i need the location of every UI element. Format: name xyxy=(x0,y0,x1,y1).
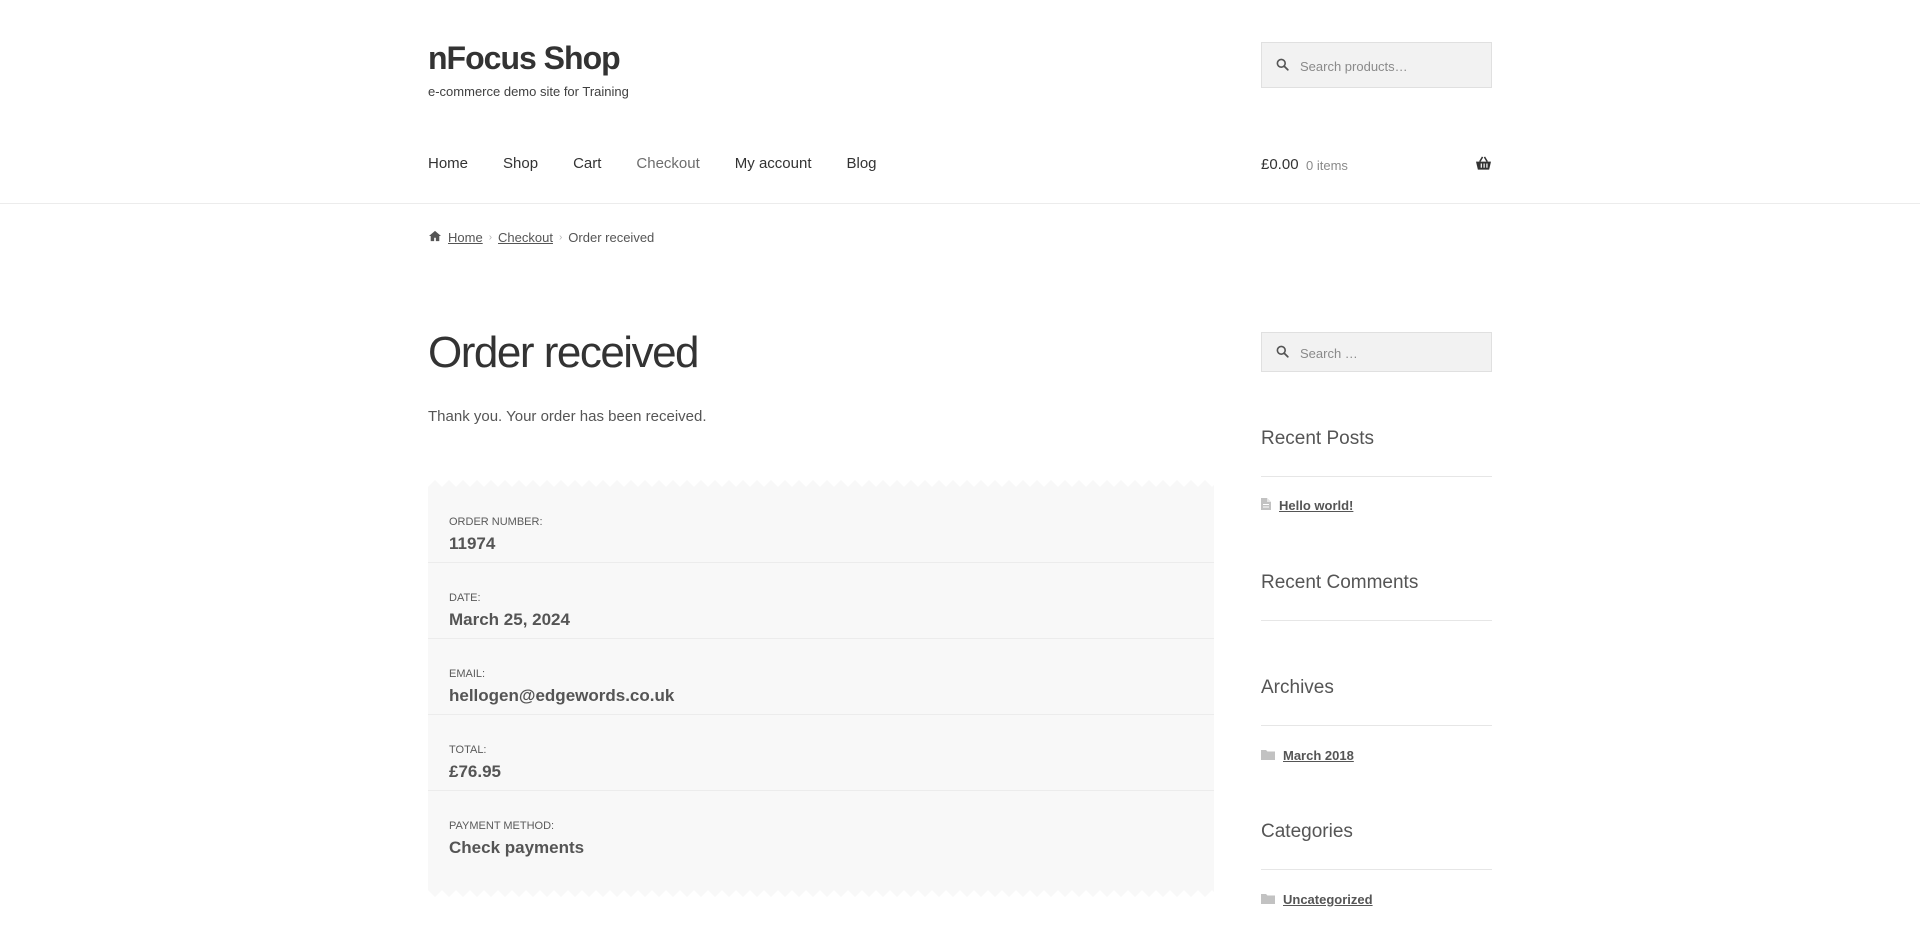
nav-shop[interactable]: Shop xyxy=(503,155,538,172)
folder-icon xyxy=(1261,892,1275,907)
order-payment-row: PAYMENT METHOD: Check payments xyxy=(428,791,1214,867)
chevron-right-icon: › xyxy=(558,232,563,243)
archive-link[interactable]: March 2018 xyxy=(1283,748,1354,763)
primary-nav: Home Shop Cart Checkout My account Blog xyxy=(428,155,912,172)
order-overview: ORDER NUMBER: 11974 DATE: March 25, 2024… xyxy=(428,487,1214,890)
widget-divider xyxy=(1261,725,1492,726)
breadcrumb: Home › Checkout › Order received xyxy=(428,230,654,245)
order-total-value: £76.95 xyxy=(449,762,501,781)
cart-count[interactable]: 0 items xyxy=(1306,158,1348,173)
document-icon xyxy=(1261,498,1271,513)
search-icon xyxy=(1276,345,1289,363)
zigzag-top-edge xyxy=(428,479,1214,487)
sidebar-search-input[interactable] xyxy=(1298,333,1492,373)
site-tagline: e-commerce demo site for Training xyxy=(428,84,629,99)
cart-amount[interactable]: £0.00 xyxy=(1261,156,1299,173)
payment-method-value: Check payments xyxy=(449,838,585,857)
nav-blog[interactable]: Blog xyxy=(846,155,876,172)
sidebar-search[interactable] xyxy=(1261,332,1492,373)
category-link[interactable]: Uncategorized xyxy=(1283,892,1373,907)
categories-title: Categories xyxy=(1261,821,1353,842)
zigzag-bottom-edge xyxy=(428,890,1214,898)
header-cart[interactable]: £0.00 0 items xyxy=(1261,156,1492,176)
breadcrumb-home[interactable]: Home xyxy=(448,230,483,245)
widget-divider xyxy=(1261,869,1492,870)
basket-icon[interactable] xyxy=(1475,156,1492,176)
recent-post-link[interactable]: Hello world! xyxy=(1279,498,1353,513)
order-number-value: 11974 xyxy=(449,534,496,553)
order-number-label: ORDER NUMBER: xyxy=(449,516,543,528)
order-number-row: ORDER NUMBER: 11974 xyxy=(428,487,1214,563)
recent-comments-title: Recent Comments xyxy=(1261,572,1419,593)
order-email-label: EMAIL: xyxy=(449,668,486,680)
chevron-right-icon: › xyxy=(488,232,493,243)
archive-item: March 2018 xyxy=(1261,748,1354,763)
folder-icon xyxy=(1261,748,1275,763)
order-total-label: TOTAL: xyxy=(449,744,487,756)
archives-title: Archives xyxy=(1261,677,1334,698)
breadcrumb-current: Order received xyxy=(568,230,655,245)
order-email-value: hellogen@edgewords.co.uk xyxy=(449,686,675,705)
nav-home[interactable]: Home xyxy=(428,155,468,172)
search-icon xyxy=(1276,58,1289,76)
home-icon xyxy=(428,230,442,245)
site-title[interactable]: nFocus Shop xyxy=(428,40,621,77)
nav-my-account[interactable]: My account xyxy=(735,155,812,172)
order-date-label: DATE: xyxy=(449,592,481,604)
page-title: Order received xyxy=(428,328,700,377)
nav-checkout[interactable]: Checkout xyxy=(636,155,699,172)
order-date-row: DATE: March 25, 2024 xyxy=(428,563,1214,639)
category-item: Uncategorized xyxy=(1261,892,1373,907)
recent-posts-title: Recent Posts xyxy=(1261,428,1374,449)
nav-cart[interactable]: Cart xyxy=(573,155,601,172)
widget-divider xyxy=(1261,476,1492,477)
order-thankyou-message: Thank you. Your order has been received. xyxy=(428,408,707,425)
widget-divider xyxy=(1261,620,1492,621)
header-search[interactable] xyxy=(1261,42,1492,89)
product-search-input[interactable] xyxy=(1298,43,1492,89)
order-email-row: EMAIL: hellogen@edgewords.co.uk xyxy=(428,639,1214,715)
order-total-row: TOTAL: £76.95 xyxy=(428,715,1214,791)
order-date-value: March 25, 2024 xyxy=(449,610,570,629)
header-divider xyxy=(0,203,1920,204)
payment-method-label: PAYMENT METHOD: xyxy=(449,820,555,832)
breadcrumb-checkout[interactable]: Checkout xyxy=(498,230,553,245)
recent-post-item: Hello world! xyxy=(1261,498,1353,513)
page: nFocus Shop e-commerce demo site for Tra… xyxy=(0,0,1920,947)
